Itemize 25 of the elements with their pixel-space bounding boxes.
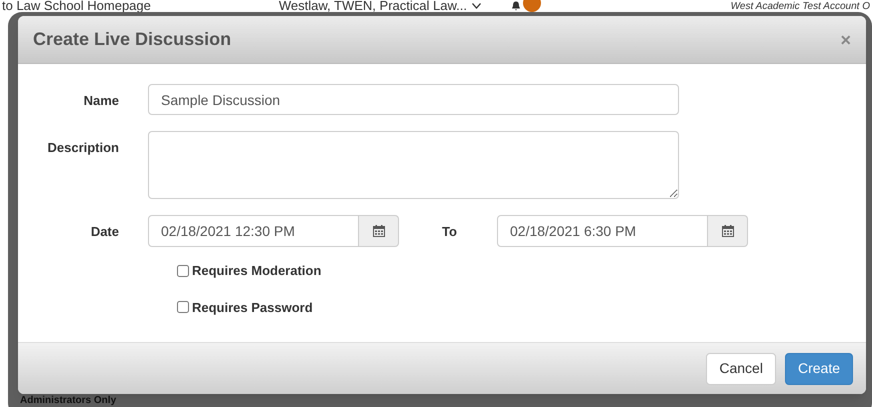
field-label: Description (46, 139, 120, 157)
checkbox-label: Requires Moderation (192, 262, 322, 280)
description-field[interactable] (148, 131, 679, 199)
checkbox[interactable] (177, 264, 189, 277)
dialog-title: Create Live Discussion (33, 28, 232, 51)
cancel-button[interactable]: Cancel (706, 352, 776, 384)
calendar-button[interactable] (359, 215, 399, 247)
field-label: Date (90, 223, 120, 241)
field-label: Name (82, 92, 120, 110)
field-label: To (441, 223, 458, 241)
create-button[interactable]: Create (784, 352, 853, 384)
checkbox[interactable] (177, 301, 189, 314)
calendar-button[interactable] (708, 215, 748, 247)
calendar-icon (372, 225, 384, 237)
checkbox-label: Requires Password (192, 298, 313, 317)
name-field[interactable]: Sample Discussion (148, 84, 679, 115)
footer-text: Administrators Only (20, 395, 116, 406)
account-name: West Academic Test Account O (730, 1, 870, 12)
date-field[interactable]: 02/18/2021 12:30 PM (148, 215, 359, 247)
bell-icon[interactable] (510, 1, 521, 11)
calendar-icon (722, 225, 734, 237)
product-menu[interactable]: Westlaw, TWEN, Practical Law... (278, 0, 467, 11)
header-link[interactable]: to Law School Homepage (2, 0, 151, 11)
chevron-down-icon (472, 3, 481, 9)
date-field[interactable]: 02/18/2021 6:30 PM (497, 215, 708, 247)
